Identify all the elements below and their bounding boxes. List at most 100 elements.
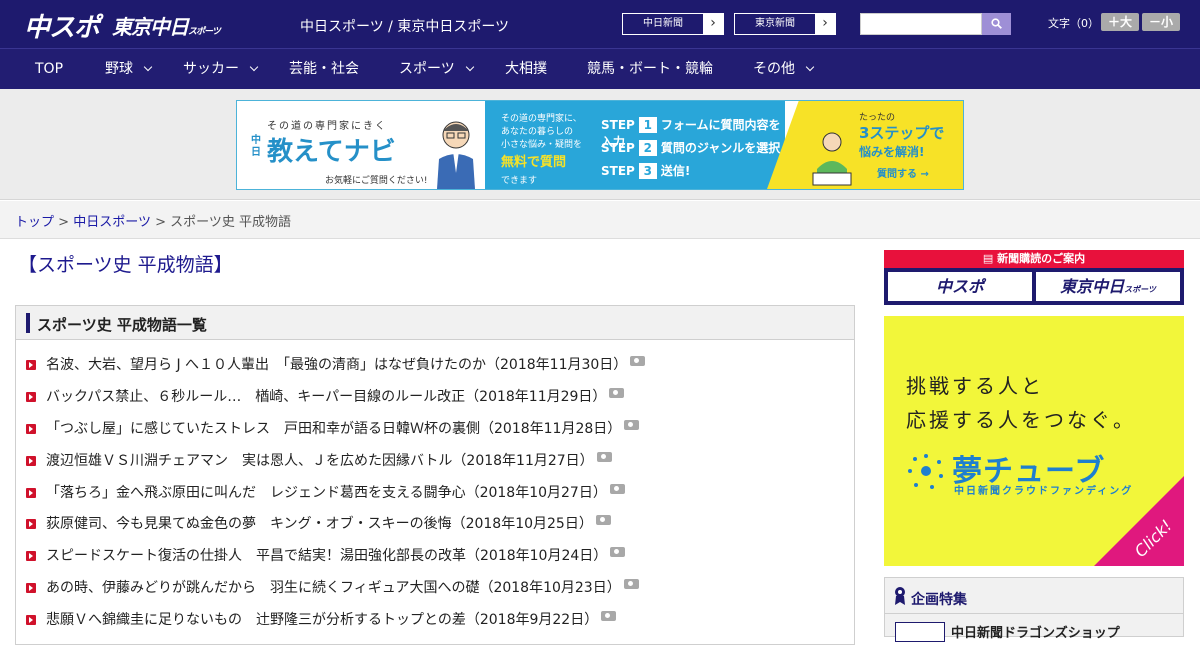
- feature-title: 企画特集: [911, 592, 967, 608]
- font-larger-button[interactable]: ＋大: [1101, 13, 1139, 31]
- nav-item-soccer[interactable]: サッカー: [183, 49, 259, 89]
- subscribe-chuspo-button[interactable]: 中スポ: [888, 272, 1032, 301]
- bullet-arrow-icon: [26, 551, 36, 561]
- nav-item-sports[interactable]: スポーツ: [399, 49, 474, 89]
- article-list-box: スポーツ史 平成物語一覧 名波、大岩、望月ら J へ１０人輩出 「最強の清商」は…: [15, 305, 855, 645]
- search-input[interactable]: [860, 13, 982, 35]
- yume-line-1: 挑戦する人と: [906, 374, 1044, 398]
- camera-icon: [624, 420, 640, 430]
- ad-brand-prefix: 中日: [251, 135, 261, 158]
- camera-icon: [630, 356, 646, 366]
- search-icon: [991, 18, 1002, 29]
- camera-icon: [601, 611, 617, 621]
- step-label: STEP: [601, 118, 635, 132]
- person-laptop-illustration-icon: [812, 132, 852, 186]
- chevron-down-icon: [143, 62, 153, 72]
- camera-icon: [610, 547, 626, 557]
- nav-label: 芸能・社会: [289, 61, 359, 77]
- oshiete-navi-ad[interactable]: その道の専門家にきく 中日 教えてナビ お気軽にご質問ください! その道の専門家…: [236, 100, 964, 190]
- site-subtitle: 中日スポーツ / 東京中日スポーツ: [300, 19, 510, 35]
- article-link[interactable]: あの時、伊藤みどりが跳んだから 羽生に続くフィギュア大国への礎（2018年10月…: [26, 577, 639, 597]
- breadcrumb-section-link[interactable]: 中日スポーツ: [73, 215, 151, 230]
- header-bar: 中スポ 東京中日スポーツ 中日スポーツ / 東京中日スポーツ 中日新聞 › 東京…: [0, 0, 1200, 48]
- ad-band: その道の専門家にきく 中日 教えてナビ お気軽にご質問ください! その道の専門家…: [0, 89, 1200, 200]
- nav-item-baseball[interactable]: 野球: [105, 49, 153, 89]
- ad-mid-panel: その道の専門家に、 あなたの暮らしの 小さな悩み・疑問を 無料で質問 できます …: [485, 101, 785, 189]
- ad-tagline: その道の専門家にきく: [267, 121, 387, 132]
- chunichi-shimbun-link[interactable]: 中日新聞 ›: [622, 13, 724, 35]
- tokyo-logo-text: 東京中日: [112, 15, 189, 39]
- article-title: 悲願Ｖへ錦織圭に足りないもの 辻野隆三が分析するトップとの差（2018年9月22…: [46, 612, 599, 628]
- nav-item-keiba[interactable]: 競馬・ボート・競輪: [587, 49, 713, 89]
- nav-label: 野球: [105, 61, 133, 77]
- ad-brand: 教えてナビ: [267, 137, 396, 167]
- breadcrumb-separator: >: [58, 215, 70, 230]
- dragons-shop-thumbnail[interactable]: [895, 622, 945, 642]
- camera-icon: [595, 515, 611, 525]
- ad-step-3: STEP 3 送信!: [601, 162, 690, 179]
- article-link[interactable]: 悲願Ｖへ錦織圭に足りないもの 辻野隆三が分析するトップとの差（2018年9月22…: [26, 609, 617, 629]
- bullet-arrow-icon: [26, 519, 36, 529]
- tokyo-shimbun-label: 東京新聞: [735, 14, 815, 34]
- camera-icon: [609, 484, 625, 494]
- ad-mid-highlight: 無料で質問: [501, 155, 567, 170]
- breadcrumb-bar: トップ > 中日スポーツ > スポーツ史 平成物語: [0, 201, 1200, 239]
- ad-right-sub: 悩みを解消!: [859, 145, 925, 159]
- arrow-right-icon: →: [920, 169, 929, 180]
- ad-mid-line: 小さな悩み・疑問を: [501, 140, 583, 150]
- article-title: スピードスケート復活の仕掛人 平昌で結実！湯田強化部長の改革（2018年10月2…: [46, 548, 608, 564]
- tokyo-chunichi-logo[interactable]: 東京中日スポーツ: [112, 11, 221, 40]
- subscription-box: ▤ 新聞購読のご案内 中スポ 東京中日スポーツ: [884, 250, 1184, 305]
- article-title: 「落ちろ」金へ飛ぶ原田に叫んだ レジェンド葛西を支える闘争心（2018年10月2…: [46, 485, 607, 501]
- step-number: 1: [638, 117, 657, 133]
- article-link[interactable]: 名波、大岩、望月ら J へ１０人輩出 「最強の清商」はなぜ負けたのか（2018年…: [26, 354, 646, 374]
- nav-label: スポーツ: [399, 61, 455, 77]
- chevron-down-icon: [465, 62, 474, 72]
- ad-step-2: STEP 2 質問のジャンルを選択: [601, 139, 780, 156]
- breadcrumb-home-link[interactable]: トップ: [15, 215, 54, 230]
- article-title: あの時、伊藤みどりが跳んだから 羽生に続くフィギュア大国への礎（2018年10月…: [46, 580, 621, 596]
- article-link[interactable]: スピードスケート復活の仕掛人 平昌で結実！湯田強化部長の改革（2018年10月2…: [26, 545, 626, 565]
- yume-line-2: 応援する人をつなぐ。: [906, 408, 1136, 432]
- step-label: STEP: [601, 141, 635, 155]
- subscribe-tokyo-label: 東京中日: [1060, 277, 1125, 296]
- subscribe-tokyo-suffix: スポーツ: [1124, 285, 1156, 294]
- nav-item-entertainment[interactable]: 芸能・社会: [289, 49, 359, 89]
- article-link[interactable]: 荻原健司、今も見果てぬ金色の夢 キング・オブ・スキーの後悔（2018年10月25…: [26, 513, 611, 533]
- nav-item-other[interactable]: その他: [753, 49, 815, 89]
- dragons-shop-link[interactable]: 中日新聞ドラゴンズショップ: [951, 622, 1120, 641]
- ad-question-label: 質問する: [877, 169, 917, 180]
- feature-box: 企画特集 中日新聞ドラゴンズショップ: [884, 577, 1184, 642]
- camera-icon: [609, 388, 625, 398]
- subscribe-tokyo-button[interactable]: 東京中日スポーツ: [1036, 272, 1180, 301]
- nav-item-sumo[interactable]: 大相撲: [505, 49, 547, 89]
- article-link[interactable]: 「つぶし屋」に感じていたストレス 戸田和幸が語る日韓Ｗ杯の裏側（2018年11月…: [26, 418, 640, 438]
- ad-mid-line: あなたの暮らしの: [501, 127, 574, 137]
- step-number: 3: [638, 163, 657, 179]
- ad-right-big: 3ステップで: [859, 124, 945, 142]
- font-smaller-button[interactable]: －小: [1142, 13, 1180, 31]
- article-link[interactable]: 「落ちろ」金へ飛ぶ原田に叫んだ レジェンド葛西を支える闘争心（2018年10月2…: [26, 482, 625, 502]
- search-button[interactable]: [982, 13, 1011, 35]
- bullet-arrow-icon: [26, 456, 36, 466]
- nav-label: その他: [753, 61, 795, 77]
- ad-left-panel: その道の専門家にきく 中日 教えてナビ お気軽にご質問ください!: [237, 101, 485, 189]
- camera-icon: [596, 452, 612, 462]
- tokyo-shimbun-link[interactable]: 東京新聞 ›: [734, 13, 836, 35]
- breadcrumb: トップ > 中日スポーツ > スポーツ史 平成物語: [15, 211, 291, 230]
- step-text: 送信!: [660, 164, 691, 178]
- breadcrumb-current: スポーツ史 平成物語: [170, 215, 292, 230]
- yume-tube-ad[interactable]: 挑戦する人と 応援する人をつなぐ。 夢チューブ 中日新聞クラウドファンディング …: [884, 316, 1184, 566]
- article-list-title: スポーツ史 平成物語一覧: [37, 316, 207, 334]
- chuspo-logo[interactable]: 中スポ: [24, 7, 100, 44]
- ad-question-button[interactable]: 質問する →: [877, 165, 929, 180]
- article-title: バックパス禁止、６秒ルール… 楢崎、キーパー目線のルール改正（2018年11月2…: [46, 389, 607, 405]
- step-label: STEP: [601, 164, 635, 178]
- article-link[interactable]: 渡辺恒雄ＶＳ川淵チェアマン 実は恩人、Ｊを広めた因縁バトル（2018年11月27…: [26, 450, 612, 470]
- nav-item-top[interactable]: TOP: [35, 49, 63, 89]
- subscription-title: ▤ 新聞購読のご案内: [884, 250, 1184, 268]
- chevron-down-icon: [805, 62, 815, 72]
- article-link[interactable]: バックパス禁止、６秒ルール… 楢崎、キーパー目線のルール改正（2018年11月2…: [26, 386, 625, 406]
- heading-accent-bar: [26, 313, 30, 333]
- nav-label: サッカー: [183, 61, 239, 77]
